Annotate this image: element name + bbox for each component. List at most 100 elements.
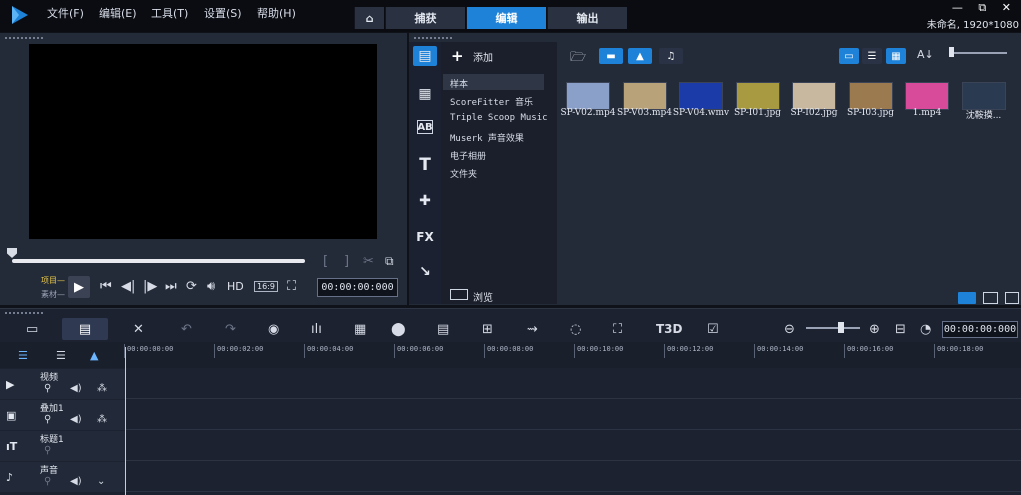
sound-mixer-icon[interactable]: ılı [311,322,322,337]
auto-music-icon[interactable]: ▦ [354,322,366,337]
fit-project-icon[interactable]: ⊟ [895,322,906,337]
project-duration-icon[interactable]: ◔ [920,322,931,337]
repeat-icon[interactable]: ⟳ [186,279,197,294]
show-all-tracks-icon[interactable]: ☰ [18,349,28,362]
transition-icon[interactable]: AB [417,120,433,134]
show-audio-icon[interactable]: ♫ [659,48,683,64]
scrub-bar[interactable] [12,259,305,263]
media-thumbnail[interactable] [679,82,723,110]
go-to-end-icon[interactable]: ⏭ [165,279,177,294]
panel-grip[interactable] [4,311,44,315]
track-repeat-icon[interactable]: ⁂ [97,414,107,425]
thumbnail-size-handle[interactable] [949,47,954,57]
media-thumbnail[interactable] [961,82,1006,110]
library-folder[interactable]: ScoreFitter 音乐 [450,95,533,108]
library-folder[interactable]: 样本 [450,77,468,90]
instant-project-icon[interactable]: ▦ [413,84,437,104]
browse-icon[interactable] [450,289,468,300]
show-videos-icon[interactable]: ▬ [599,48,623,64]
library-folder[interactable]: 文件夹 [450,167,477,180]
sort-icon[interactable]: A↓ [917,48,934,61]
redo-icon[interactable]: ↷ [225,322,236,337]
menu-tools[interactable]: 工具(T) [151,5,188,21]
ripple-edit-icon[interactable]: ⚲ [44,383,51,394]
mute-track-icon[interactable]: ◀︎) [70,476,82,487]
timeline-zoom-handle[interactable] [838,322,844,333]
change-display-mode-icon[interactable]: ⛶ [287,279,296,294]
add-folder-button[interactable]: 添加 [473,49,493,64]
mark-in-icon[interactable]: [ [323,254,328,269]
track-header[interactable] [0,462,125,492]
menu-settings[interactable]: 设置(S) [204,5,242,21]
time-remapping-icon[interactable]: ⇝ [527,322,538,337]
add-folder-icon[interactable]: + [451,47,464,65]
ripple-edit-icon[interactable]: ⚲ [44,445,51,456]
mark-out-icon[interactable]: ] [344,254,349,269]
multi-camera-icon[interactable]: ⊞ [482,322,493,337]
aspect-ratio-button[interactable]: 16:9 [254,281,278,292]
hd-preview-button[interactable]: HD [227,280,244,293]
library-window-icon[interactable] [983,292,998,304]
motion-tracking-icon[interactable]: ⬤ [391,322,406,337]
timeline-zoom-slider[interactable] [806,327,860,329]
menu-file[interactable]: 文件(F) [47,5,84,21]
media-thumbnail[interactable] [848,82,893,110]
clip-mode-label[interactable]: 素材— [41,289,65,300]
pan-zoom-icon[interactable]: ⛶ [613,322,622,337]
import-media-icon[interactable]: 🗁︎ [570,48,586,70]
media-thumbnail[interactable] [622,82,667,110]
media-thumbnail[interactable] [735,82,780,110]
library-dock-icon[interactable] [958,292,976,304]
menu-edit[interactable]: 编辑(E) [99,5,137,21]
media-thumbnail[interactable] [905,82,949,110]
enlarge-preview-icon[interactable]: ⧉ [385,254,394,269]
timeline-timecode[interactable]: 00:00:00:000 [942,321,1018,338]
show-photos-icon[interactable]: ▲ [628,48,652,64]
window-controls[interactable]: — ⧉ ✕ [952,1,1017,15]
menu-help[interactable]: 帮助(H) [257,5,296,21]
mask-creator-icon[interactable]: ◌ [570,322,581,337]
tab-output[interactable]: 输出 [547,7,627,29]
filter-icon[interactable]: FX [413,227,437,247]
tab-capture[interactable]: 捕获 [385,7,465,29]
mute-track-icon[interactable]: ◀︎) [70,383,82,394]
library-folder[interactable]: Muserk 声音效果 [450,131,524,144]
graphic-icon[interactable]: ✚ [413,191,437,211]
track-row[interactable] [0,400,1021,430]
list-view-icon[interactable]: ☰ [862,48,882,64]
undo-icon[interactable]: ↶ [181,322,192,337]
panel-grip[interactable] [4,36,44,40]
panel-grip[interactable] [413,36,453,40]
thumbnail-size-slider[interactable] [949,52,1007,54]
media-category-icon[interactable]: ▤ [413,46,437,66]
ripple-edit-icon[interactable]: ⚲ [44,414,51,425]
play-button[interactable]: ▶ [68,276,90,298]
track-manager-icon[interactable]: ☰ [56,349,66,362]
timeline-view-icon[interactable]: ▤ [62,318,108,340]
media-thumbnail[interactable] [792,82,836,110]
zoom-in-icon[interactable]: ⊕ [869,322,880,337]
volume-icon[interactable]: 🔊︎ [207,279,215,294]
toolbar-options-icon[interactable]: ✕ [133,322,144,337]
record-capture-icon[interactable]: ◉ [268,322,279,337]
browse-button[interactable]: 浏览 [473,289,493,304]
path-icon[interactable]: ↘ [413,262,437,282]
project-mode-label[interactable]: 项目— [41,275,65,286]
media-thumbnail[interactable] [566,82,610,110]
ripple-edit-icon[interactable]: ⚲ [44,476,51,487]
3d-title-editor-icon[interactable]: T3D [656,322,683,336]
tab-edit[interactable]: 编辑 [466,7,546,29]
go-to-start-icon[interactable]: ⏮ [100,279,112,294]
track-row[interactable] [0,369,1021,399]
mute-track-icon[interactable]: ◀︎) [70,414,82,425]
track-repeat-icon[interactable]: ⁂ [97,383,107,394]
tab-home[interactable]: ⌂ [354,7,384,29]
track-row[interactable] [0,431,1021,461]
grid-view-icon[interactable]: ▦ [886,48,906,64]
library-expand-icon[interactable] [1005,292,1019,304]
storyboard-view-icon[interactable]: ▭ [26,322,38,337]
playhead-line[interactable] [125,347,126,495]
split-screen-icon[interactable]: ☑ [707,322,719,337]
player-timecode[interactable]: 00:00:00:000 [317,278,398,297]
library-folder[interactable]: 电子相册 [450,149,486,162]
